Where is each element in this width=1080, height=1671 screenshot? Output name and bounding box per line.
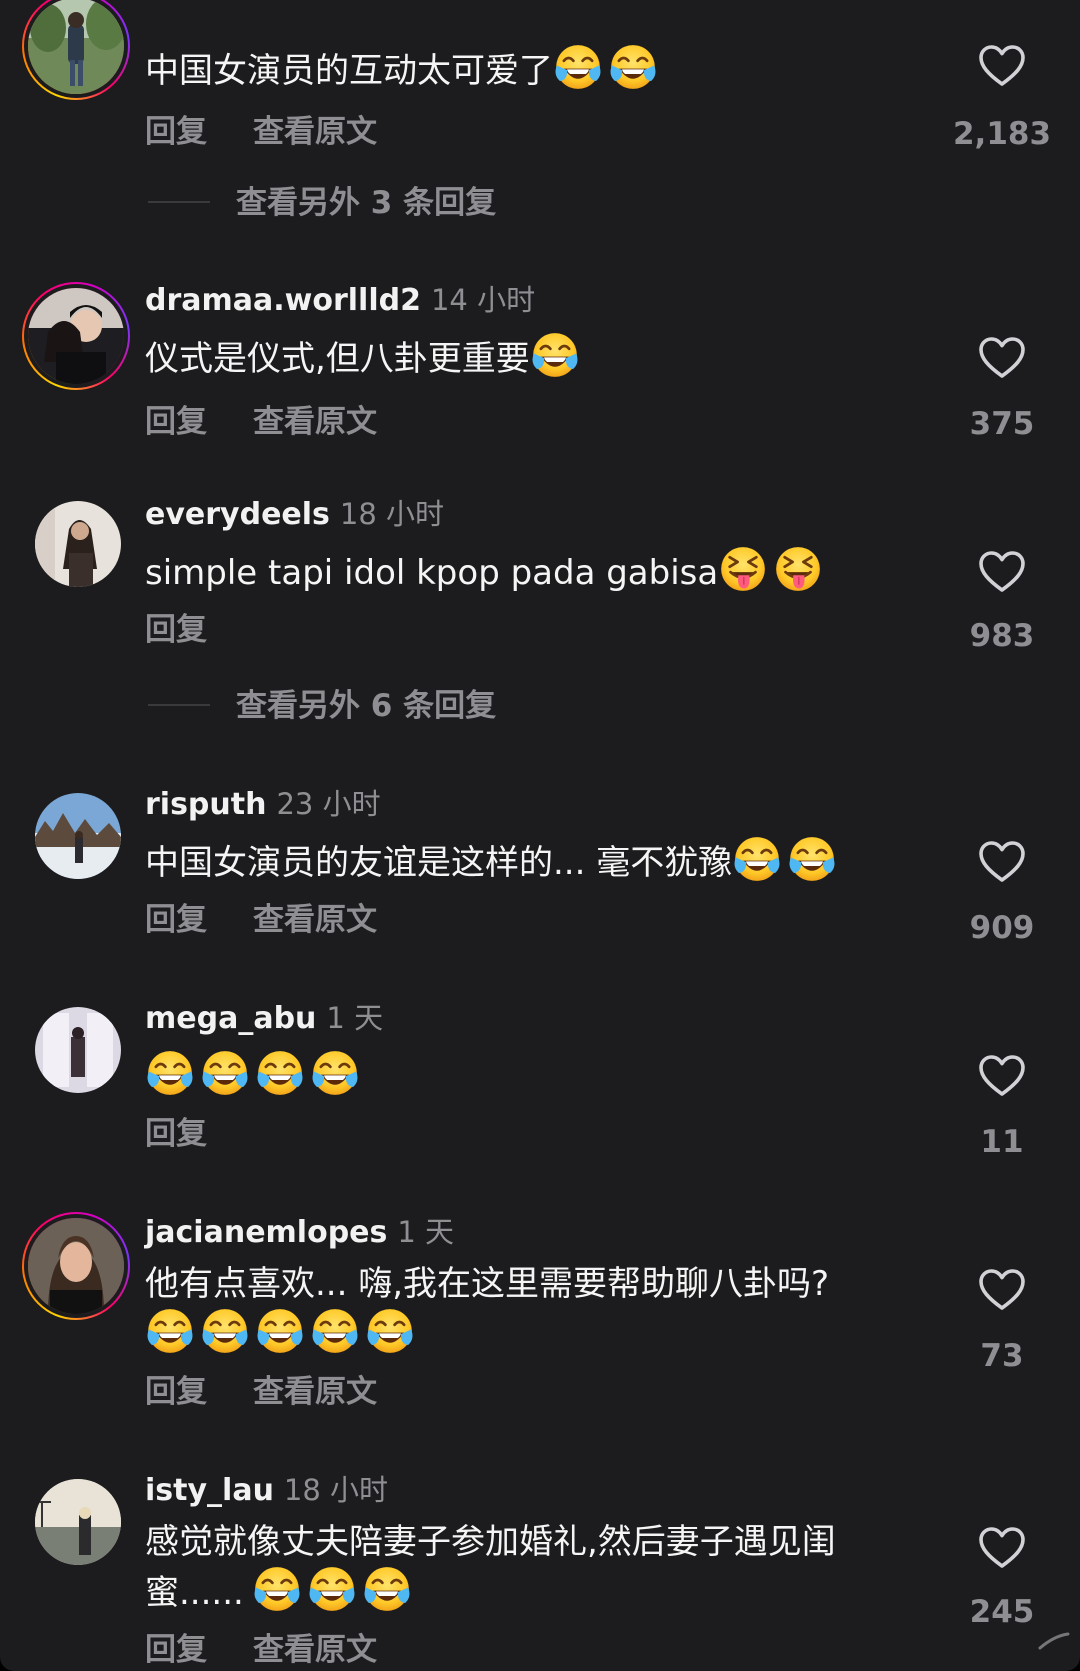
like-heart-icon[interactable] [978,44,1026,88]
comment-text: 中国女演员的友谊是这样的... 毫不犹豫 [145,834,935,885]
comment-actions: 回复 查看原文 [145,1372,423,1412]
avatar-photo [35,501,121,587]
avatar[interactable] [22,994,130,1102]
comment-header: everydeels 18 小时 [145,494,444,534]
avatar[interactable] [22,1212,130,1320]
comment-actions: 回复 [145,610,253,650]
reply-button[interactable]: 回复 [145,900,207,940]
face-with-tears-of-joy-icon [310,1306,360,1356]
timestamp: 18 小时 [339,497,445,531]
avatar-photo [28,288,124,384]
corner-mark-icon [1034,1626,1074,1656]
face-with-tears-of-joy-icon [255,1048,305,1098]
face-with-tears-of-joy-icon [362,1564,412,1614]
reply-button[interactable]: 回复 [145,1630,207,1670]
face-with-tears-of-joy-icon [307,1564,357,1614]
face-with-tears-of-joy-icon [553,42,603,92]
like-count: 2,183 [952,116,1052,152]
avatar[interactable] [22,0,130,100]
timestamp: 1 天 [326,1001,384,1035]
comment-text [145,1048,935,1099]
see-translation-button[interactable]: 查看原文 [253,1372,377,1412]
timestamp: 14 小时 [430,283,536,317]
comment-text: 感觉就像丈夫陪妻子参加婚礼,然后妻子遇见闺 蜜...... [145,1522,836,1614]
comment-actions: 回复 查看原文 [145,1630,423,1670]
like-heart-icon[interactable] [978,550,1026,594]
avatar[interactable] [22,1466,130,1574]
comment-header: mega_abu 1 天 [145,998,383,1038]
comment-header: jacianemlopes 1 天 [145,1212,454,1252]
reply-button[interactable]: 回复 [145,1372,207,1412]
face-with-tears-of-joy-icon [608,42,658,92]
username[interactable]: everydeels [145,497,330,532]
face-with-tears-of-joy-icon [200,1048,250,1098]
comment-actions: 回复 查看原文 [145,402,423,442]
like-heart-icon[interactable] [978,1054,1026,1098]
like-heart-icon[interactable] [978,336,1026,380]
view-more-replies-button[interactable]: 查看另外 3 条回复 [148,183,496,223]
squinting-face-with-tongue-icon [773,544,823,594]
face-with-tears-of-joy-icon [255,1306,305,1356]
squinting-face-with-tongue-icon [718,544,768,594]
face-with-tears-of-joy-icon [310,1048,360,1098]
like-count: 11 [980,1124,1024,1160]
comment-actions: 回复 查看原文 [145,112,423,152]
avatar-photo [28,1218,124,1314]
avatar-photo [28,0,124,94]
like-count: 909 [969,910,1035,946]
face-with-tears-of-joy-icon [252,1564,302,1614]
reply-button[interactable]: 回复 [145,112,207,152]
avatar-photo [35,793,121,879]
face-with-tears-of-joy-icon [530,330,580,380]
face-with-tears-of-joy-icon [365,1306,415,1356]
reply-button[interactable]: 回复 [145,610,207,650]
reply-button[interactable]: 回复 [145,402,207,442]
avatar-photo [35,1479,121,1565]
username[interactable]: jacianemlopes [145,1215,387,1250]
face-with-tears-of-joy-icon [732,834,782,884]
comment-header: risputh 23 小时 [145,784,381,824]
like-heart-icon[interactable] [978,840,1026,884]
comment-text: simple tapi idol kpop pada gabisa [145,544,935,595]
see-translation-button[interactable]: 查看原文 [253,1630,377,1670]
see-translation-button[interactable]: 查看原文 [253,112,377,152]
view-more-replies-button[interactable]: 查看另外 6 条回复 [148,686,496,726]
comment-header: dramaa.worllld2 14 小时 [145,280,535,320]
avatar[interactable] [22,282,130,390]
username[interactable]: risputh [145,787,266,822]
see-translation-button[interactable]: 查看原文 [253,402,377,442]
comment-actions: 回复 [145,1114,253,1154]
like-count: 375 [969,406,1035,442]
reply-button[interactable]: 回复 [145,1114,207,1154]
comment-actions: 回复 查看原文 [145,900,423,940]
comment-text: 仪式是仪式,但八卦更重要 [145,330,935,381]
username[interactable]: isty_lau [145,1473,274,1508]
like-heart-icon[interactable] [978,1268,1026,1312]
timestamp: 1 天 [397,1215,455,1249]
timestamp: 23 小时 [276,787,381,821]
comment-header: isty_lau 18 小时 [145,1470,388,1510]
face-with-tears-of-joy-icon [145,1048,195,1098]
face-with-tears-of-joy-icon [200,1306,250,1356]
divider-line [148,704,210,706]
avatar[interactable] [22,488,130,596]
like-count: 983 [969,618,1035,654]
username[interactable]: dramaa.worllld2 [145,283,421,318]
comment-text: 中国女演员的互动太可爱了 [145,42,935,93]
timestamp: 18 小时 [283,1473,389,1507]
divider-line [148,201,210,203]
see-translation-button[interactable]: 查看原文 [253,900,377,940]
like-heart-icon[interactable] [978,1526,1026,1570]
avatar-photo [35,1007,121,1093]
face-with-tears-of-joy-icon [787,834,837,884]
face-with-tears-of-joy-icon [145,1306,195,1356]
like-count: 73 [980,1338,1024,1374]
avatar[interactable] [22,780,130,888]
comments-screen: 中国女演员的互动太可爱了 回复 查看原文 2,183 查看另外 3 条回复 dr… [0,0,1080,1671]
comments-feed[interactable]: 中国女演员的互动太可爱了 回复 查看原文 2,183 查看另外 3 条回复 dr… [0,0,1080,1671]
comment-text: 他有点喜欢... 嗨,我在这里需要帮助聊八卦吗? [145,1262,935,1357]
username[interactable]: mega_abu [145,1001,316,1036]
